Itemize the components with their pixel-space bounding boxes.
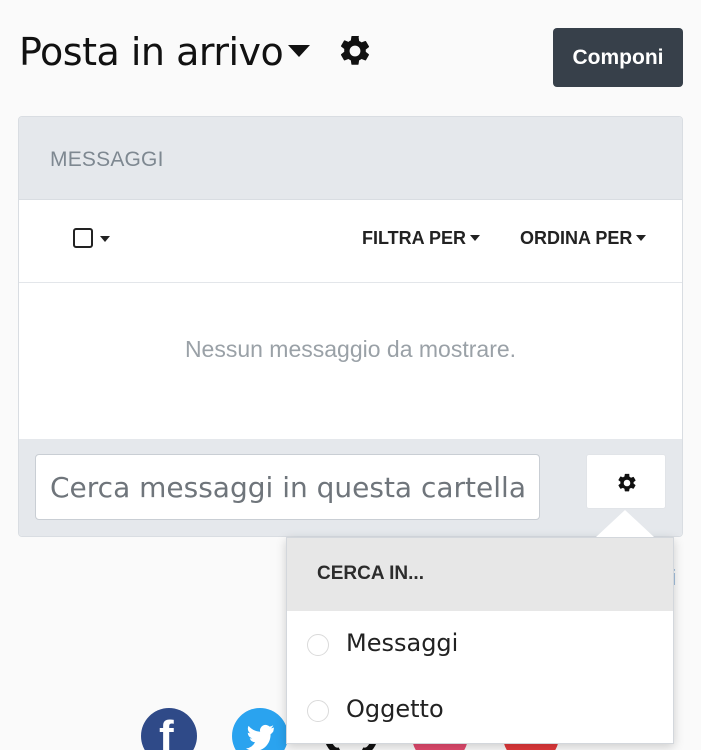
sort-dropdown-button[interactable]: ORDINA PER [520, 228, 647, 252]
option-label: Messaggi [346, 629, 459, 657]
twitter-icon[interactable] [232, 708, 288, 750]
radio-button[interactable] [307, 634, 329, 656]
chevron-down-icon [100, 236, 110, 242]
settings-gear-icon[interactable] [337, 33, 373, 69]
search-in-dropdown: CERCA IN... Messaggi Oggetto [286, 537, 674, 744]
sort-label: ORDINA PER [520, 228, 633, 248]
dropdown-heading-bar: CERCA IN... [287, 538, 673, 611]
panel-heading: MESSAGGI [50, 148, 164, 171]
dropdown-heading: CERCA IN... [317, 563, 424, 584]
gear-icon [618, 473, 636, 492]
chevron-down-icon [636, 235, 647, 241]
search-options-button[interactable] [586, 454, 666, 509]
panel-header: MESSAGGI [19, 117, 682, 200]
select-all-checkbox[interactable] [73, 228, 93, 248]
search-bar [19, 439, 682, 536]
message-toolbar: FILTRA PER ORDINA PER [19, 201, 682, 283]
filter-label: FILTRA PER [362, 228, 466, 248]
message-list: Nessun messaggio da mostrare. [19, 284, 682, 412]
page-header: Posta in arrivo Componi [0, 0, 701, 100]
messages-panel: MESSAGGI FILTRA PER ORDINA PER Nessun me… [18, 116, 683, 537]
compose-button[interactable]: Componi [553, 28, 683, 87]
facebook-icon[interactable]: f [141, 708, 197, 750]
chevron-down-icon [470, 235, 480, 241]
radio-button[interactable] [307, 700, 329, 722]
folder-dropdown-caret-icon[interactable] [288, 45, 310, 57]
empty-state-message: Nessun messaggio da mostrare. [184, 336, 517, 362]
search-in-option-messages[interactable]: Messaggi [287, 616, 673, 672]
dropdown-pointer [596, 510, 654, 537]
search-in-option-subject[interactable]: Oggetto [287, 682, 673, 738]
filter-dropdown-button[interactable]: FILTRA PER [362, 228, 480, 252]
page-title: Posta in arrivo [19, 30, 284, 74]
option-label: Oggetto [346, 695, 444, 723]
search-input[interactable] [35, 454, 540, 520]
